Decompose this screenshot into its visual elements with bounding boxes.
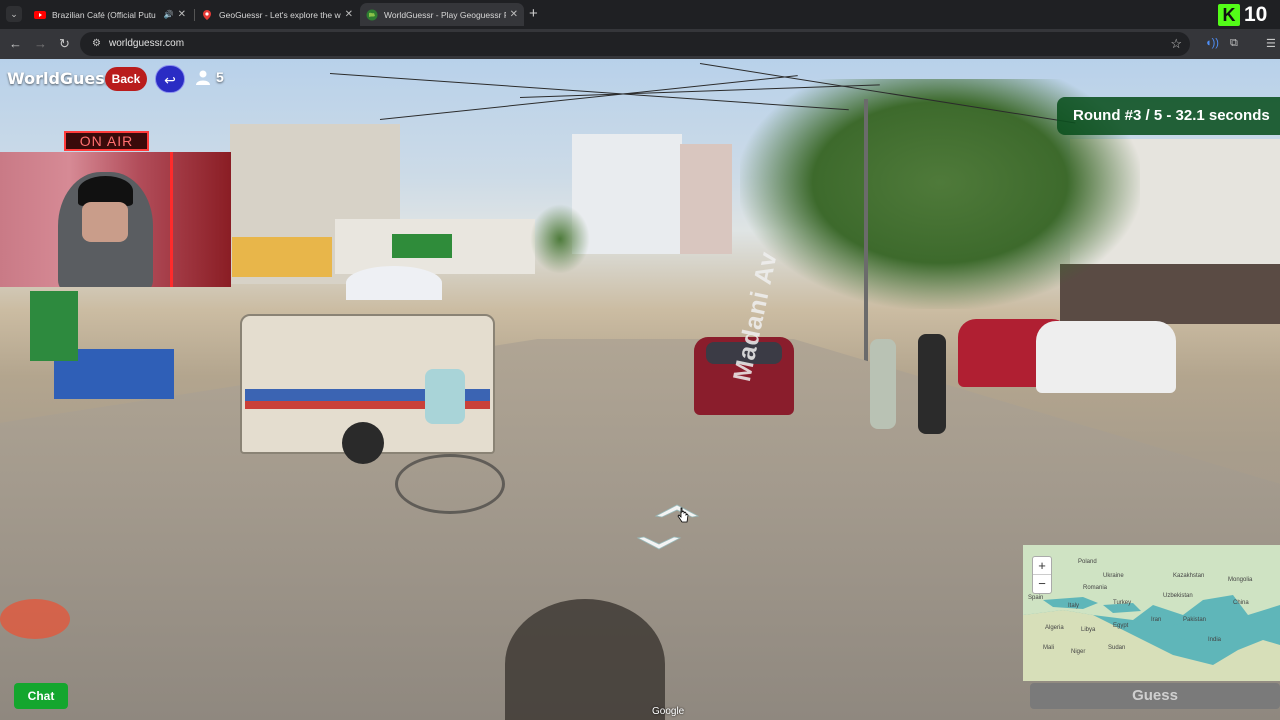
close-tab-icon[interactable]: ✕	[345, 9, 353, 20]
tab-worldguessr[interactable]: WorldGuessr - Play Geoguessr F ✕	[360, 3, 524, 26]
streamer-face	[82, 202, 128, 242]
new-tab-button[interactable]: +	[529, 6, 538, 22]
shop-sign-yellow	[232, 237, 332, 277]
map-label: Ukraine	[1103, 573, 1124, 579]
tree-small	[530, 204, 590, 274]
kick-logo-icon: K	[1218, 4, 1240, 26]
browser-tab-strip: ⌄ Brazilian Café (Official Putu 🔊 ✕ GeoG…	[0, 0, 1280, 29]
camera-shadow	[505, 599, 665, 720]
close-tab-icon[interactable]: ✕	[510, 9, 518, 20]
pedestrian-dark	[918, 334, 946, 434]
map-label: Turkey	[1113, 600, 1132, 606]
player-count-value: 5	[216, 69, 224, 85]
user-icon	[196, 70, 210, 85]
map-label: Mali	[1043, 645, 1055, 651]
map-pin-icon	[203, 9, 211, 20]
street-lamp-pole	[864, 99, 868, 379]
kick-count: 10	[1244, 3, 1268, 26]
green-sign	[392, 234, 452, 258]
chat-button[interactable]: Chat	[14, 683, 68, 709]
reload-icon[interactable]: ↻	[59, 36, 70, 52]
map-label: Niger	[1071, 649, 1086, 655]
extension-audio-icon[interactable]: ◖))	[1205, 37, 1219, 49]
tab-search-chevron-icon[interactable]: ⌄	[6, 6, 22, 22]
foreground-object	[0, 599, 70, 639]
zoom-in-button[interactable]: +	[1033, 557, 1051, 575]
minibus-wheel	[342, 422, 384, 464]
cyclist	[425, 369, 465, 424]
tab-title: Brazilian Café (Official Putu	[52, 9, 156, 20]
parked-car-white	[1036, 321, 1176, 393]
player-count: 5	[196, 69, 224, 85]
browser-toolbar: ← → ↻ ⚙ worldguessr.com ☆ ◖)) ⧉ ☰	[0, 29, 1280, 59]
youtube-icon	[34, 10, 46, 19]
zoom-out-button[interactable]: −	[1033, 575, 1051, 593]
google-attribution: Google	[652, 706, 685, 717]
map-zoom-controls: + −	[1032, 556, 1052, 594]
menu-icon[interactable]: ☰	[1266, 37, 1276, 50]
map-label: Romania	[1083, 585, 1108, 591]
map-label: Mongolia	[1228, 577, 1253, 583]
tab-youtube[interactable]: Brazilian Café (Official Putu 🔊 ✕	[28, 3, 192, 26]
address-bar[interactable]: ⚙ worldguessr.com ☆	[80, 32, 1190, 56]
map-label: China	[1233, 600, 1249, 606]
move-backward-arrow-icon[interactable]	[636, 535, 682, 551]
tab-title: GeoGuessr - Let's explore the w	[219, 9, 341, 20]
world-map-land	[1023, 545, 1280, 681]
speaker-icon[interactable]: 🔊	[164, 10, 174, 19]
kick-viewer-counter: K 10	[1218, 3, 1267, 27]
map-label: Italy	[1068, 603, 1080, 609]
back-button[interactable]: Back	[105, 67, 147, 91]
return-to-start-button[interactable]: ↩	[155, 65, 185, 93]
back-arrow-icon[interactable]: ←	[9, 36, 22, 52]
map-label: Pakistan	[1183, 617, 1207, 623]
forward-arrow-icon[interactable]: →	[34, 36, 47, 52]
round-timer-banner: Round #3 / 5 - 32.1 seconds	[1057, 97, 1280, 135]
map-label: Poland	[1078, 559, 1097, 565]
map-label: India	[1208, 637, 1222, 643]
url-text: worldguessr.com	[109, 38, 185, 49]
tab-title: WorldGuessr - Play Geoguessr F	[384, 9, 506, 20]
return-arrow-icon: ↩	[164, 72, 176, 88]
globe-icon	[366, 9, 378, 20]
map-label: Iran	[1151, 617, 1162, 623]
map-label: Egypt	[1113, 623, 1129, 629]
mouse-cursor-icon	[677, 507, 689, 523]
map-label: Spain	[1028, 595, 1044, 601]
map-label: Sudan	[1108, 645, 1126, 651]
extensions-puzzle-icon[interactable]: ⧉	[1230, 37, 1238, 50]
map-label: Kazakhstan	[1173, 573, 1205, 579]
guess-button[interactable]: Guess	[1030, 683, 1280, 709]
site-info-icon[interactable]: ⚙	[92, 38, 104, 49]
cold-drinks-fridge	[30, 291, 78, 361]
market-umbrella	[346, 266, 442, 300]
map-label: Algeria	[1045, 625, 1064, 631]
streamer-webcam	[0, 152, 231, 287]
tab-geoguessr[interactable]: GeoGuessr - Let's explore the w ✕	[195, 3, 359, 26]
map-label: Uzbekistan	[1163, 593, 1193, 599]
led-strip	[170, 152, 173, 287]
bookmark-star-icon[interactable]: ☆	[1170, 36, 1182, 52]
building-tower	[680, 144, 732, 254]
map-label: Libya	[1081, 627, 1096, 633]
guess-minimap[interactable]: Poland Ukraine Kazakhstan Mongolia Roman…	[1023, 545, 1280, 681]
bicycle	[395, 454, 505, 514]
on-air-badge: ON AIR	[64, 131, 149, 151]
pedestrian	[870, 339, 896, 429]
close-tab-icon[interactable]: ✕	[178, 9, 186, 20]
